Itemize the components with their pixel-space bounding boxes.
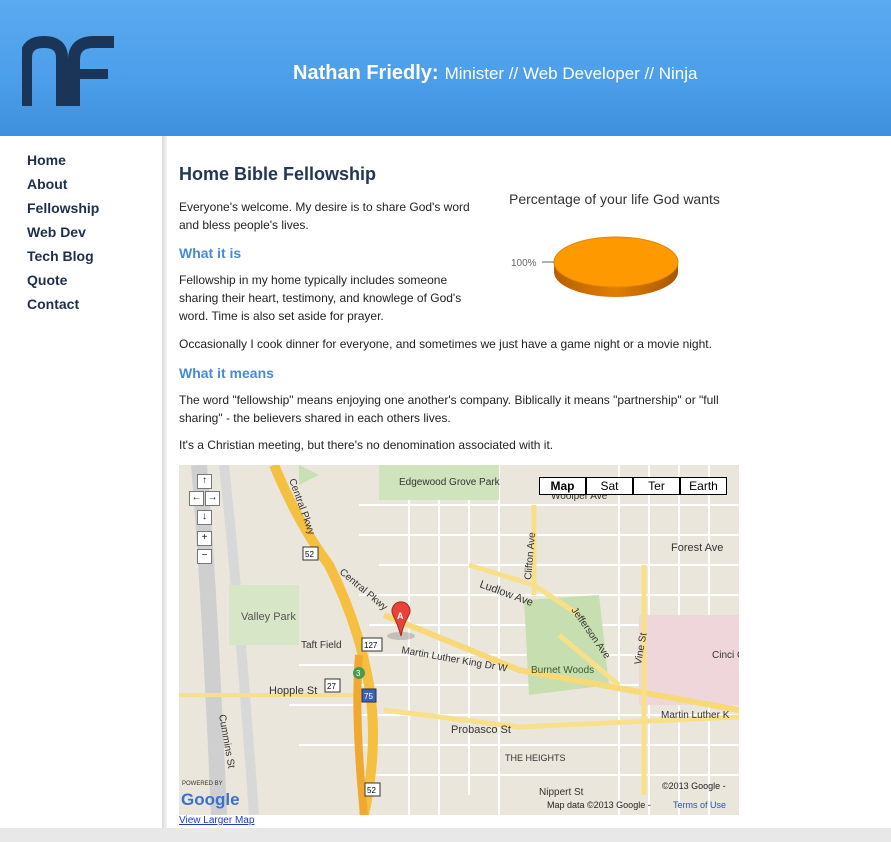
zoom-out-icon[interactable]: − [197,549,212,564]
map-canvas[interactable]: Edgewood Grove Park Woolper Ave Forest A… [179,465,739,815]
svg-text:52: 52 [367,786,376,795]
map-data-text: Map data ©2013 Google - [547,800,651,810]
intro-text: Everyone's welcome. My desire is to shar… [179,200,470,232]
section-heading-what-it-means: What it means [179,365,274,381]
map-label-edgewood: Edgewood Grove Park [399,477,501,488]
powered-by-text: POWERED BY [182,781,223,787]
section-what-it-means-p1: The word "fellowship" means enjoying one… [179,393,719,425]
nav-fellowship[interactable]: Fellowship [27,198,99,222]
sidebar-divider [162,136,167,842]
pan-up-icon[interactable]: ↑ [197,474,212,489]
pan-down-icon[interactable]: ↓ [197,510,212,525]
pie-slice-100[interactable] [553,236,679,288]
section-what-it-is-p2: Occasionally I cook dinner for everyone,… [179,337,712,351]
map-copyright: ©2013 Google - [662,781,726,791]
main-nav: Home About Fellowship Web Dev Tech Blog … [27,150,99,318]
nav-tech-blog[interactable]: Tech Blog [27,246,99,270]
map-type-map[interactable]: Map [539,477,586,495]
pan-left-icon[interactable]: ← [189,491,204,506]
svg-text:127: 127 [364,641,378,650]
site-owner-roles: Minister // Web Developer // Ninja [444,64,698,83]
pie-chart: Percentage of your life God wants 100% [490,185,730,310]
pie-slice-label: 100% [511,258,537,269]
page-title: Home Bible Fellowship [179,164,377,184]
map-type-ter[interactable]: Ter [633,477,680,495]
svg-text:27: 27 [327,682,336,691]
nav-web-dev[interactable]: Web Dev [27,222,99,246]
pie-chart-svg: 100% [511,236,679,297]
svg-text:52: 52 [305,550,314,559]
google-map[interactable]: Edgewood Grove Park Woolper Ave Forest A… [179,465,739,815]
map-label-probasco: Probasco St [451,724,511,736]
zoom-in-icon[interactable]: + [197,531,212,546]
map-label-hopple: Hopple St [269,685,317,697]
map-type-sat[interactable]: Sat [586,477,633,495]
nav-quote[interactable]: Quote [27,270,99,294]
map-label-mlk-east: Martin Luther K [661,710,730,721]
site-owner-name: Nathan Friedly: [293,62,439,84]
google-logo: Google [181,790,240,809]
site-header: Nathan Friedly: Minister // Web Developer… [0,0,891,136]
section-what-it-is-p1: Fellowship in my home typically includes… [179,273,462,323]
terms-of-use-link[interactable]: Terms of Use [673,800,726,810]
map-label-taft-field: Taft Field [301,640,342,651]
nav-about[interactable]: About [27,174,99,198]
map-label-nippert: Nippert St [539,787,584,798]
section-heading-what-it-is: What it is [179,245,242,261]
view-larger-map-link[interactable]: View Larger Map [179,815,254,826]
map-label-hospital: Cinci Children's Medica [712,650,739,661]
site-tagline: Nathan Friedly: Minister // Web Developer… [293,62,697,85]
section-what-it-means-p2: It's a Christian meeting, but there's no… [179,438,554,452]
svg-text:3: 3 [356,669,361,678]
map-label-valley-park: Valley Park [241,611,296,623]
map-label-heights: THE HEIGHTS [505,753,566,763]
map-label-burnet-woods: Burnet Woods [531,665,594,676]
svg-text:75: 75 [364,692,373,701]
nav-contact[interactable]: Contact [27,294,99,318]
map-label-forest-ave: Forest Ave [671,542,723,554]
map-type-earth[interactable]: Earth [680,477,727,495]
svg-text:A: A [397,611,404,621]
nav-home[interactable]: Home [27,150,99,174]
site-logo[interactable] [22,36,118,110]
footer-strip [0,828,891,842]
pan-right-icon[interactable]: → [205,491,220,506]
